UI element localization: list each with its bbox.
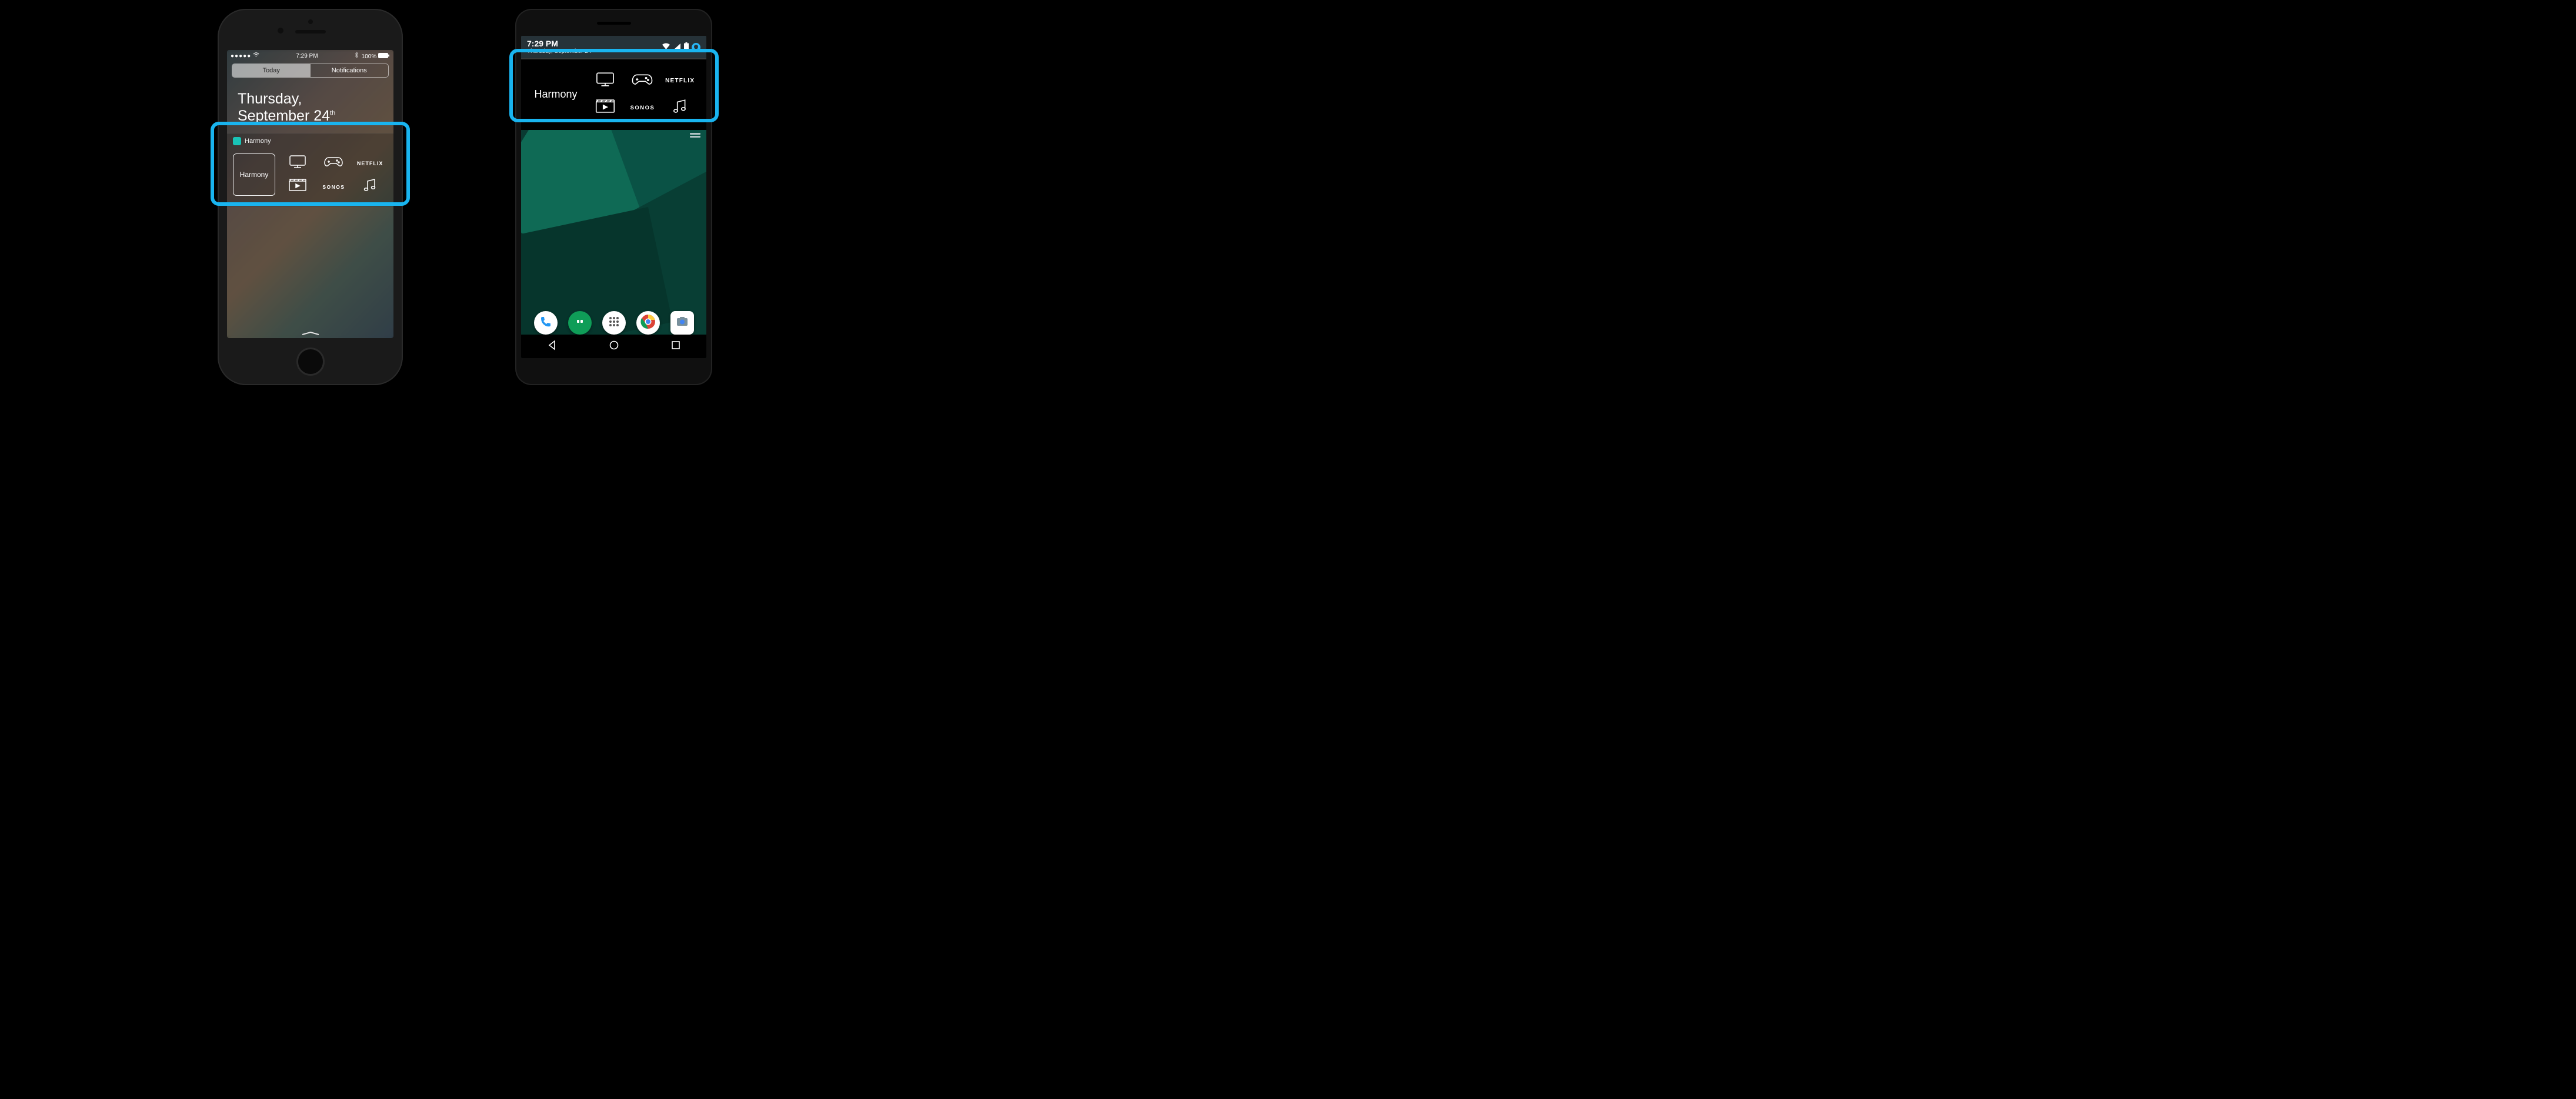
activity-watch-film[interactable] [280, 177, 315, 197]
activity-play-game[interactable] [625, 69, 661, 92]
music-note-icon [672, 98, 688, 118]
proximity-sensor [308, 19, 313, 24]
nav-home-button[interactable] [609, 340, 619, 353]
activity-sonos[interactable]: SONOS [316, 177, 352, 197]
tv-icon [289, 155, 306, 172]
today-view-grabber-icon[interactable] [301, 329, 321, 335]
status-date: Thursday, September 24 [527, 48, 591, 55]
status-right [662, 42, 700, 52]
date-line2: September 24th [238, 108, 383, 125]
harmony-widget-body: Harmony NETFLIX [227, 149, 393, 206]
tab-notifications[interactable]: Notifications [311, 64, 389, 77]
bluetooth-icon [355, 54, 361, 60]
harmony-app-icon [233, 137, 241, 145]
music-note-icon [363, 178, 377, 196]
battery-icon [378, 54, 390, 60]
android-status-bar[interactable]: 7:29 PM Thursday, September 24 [521, 36, 706, 58]
status-right: 100% [355, 52, 390, 60]
nav-recents-button[interactable] [671, 340, 680, 353]
harmony-hub-tile[interactable]: Harmony [233, 153, 275, 196]
harmony-hub-tile[interactable]: Harmony [529, 69, 582, 119]
activity-watch-tv[interactable] [280, 153, 315, 173]
profile-avatar-icon[interactable] [692, 43, 700, 52]
dock-app-hangouts[interactable] [568, 311, 592, 335]
android-dock [521, 311, 706, 335]
date-line1: Thursday, [238, 91, 383, 108]
gamepad-icon [323, 156, 343, 171]
tab-today[interactable]: Today [232, 64, 311, 77]
status-left: 7:29 PM Thursday, September 24 [527, 39, 591, 55]
today-date: Thursday, September 24th [227, 78, 393, 133]
nav-back-button[interactable] [547, 340, 558, 353]
phone-icon [539, 315, 552, 331]
activity-netflix[interactable]: NETFLIX [352, 153, 388, 173]
harmony-widget-header[interactable]: Harmony [227, 133, 393, 149]
android-screen: 7:29 PM Thursday, September 24 Harmony [521, 36, 706, 358]
tv-icon [595, 72, 615, 90]
hub-label: Harmony [534, 88, 577, 101]
iphone-home-button[interactable] [296, 348, 325, 376]
hangouts-icon [574, 316, 586, 330]
hub-label: Harmony [240, 171, 269, 179]
shade-expand-handle[interactable] [521, 130, 706, 135]
activity-grid: NETFLIX SONOS [280, 153, 388, 197]
ios-status-bar: ●●●●● 7:29 PM 100% [227, 50, 393, 60]
activity-watch-film[interactable] [587, 96, 623, 119]
gamepad-icon [631, 73, 653, 89]
status-clock: 7:29 PM [296, 53, 318, 59]
earpiece-speaker [597, 22, 631, 25]
wifi-icon [253, 53, 259, 59]
signal-dots-icon: ●●●●● [231, 53, 251, 59]
activity-play-game[interactable] [316, 153, 352, 173]
android-navigation-bar [521, 335, 706, 358]
ios-notification-center: ●●●●● 7:29 PM 100% Today Notifications [227, 50, 393, 338]
app-drawer-icon [608, 316, 620, 330]
activity-listen-music[interactable] [662, 96, 698, 119]
activity-sonos[interactable]: SONOS [625, 96, 661, 119]
chrome-icon [640, 314, 656, 332]
film-play-icon [288, 179, 307, 195]
android-device-frame: 7:29 PM Thursday, September 24 Harmony [515, 9, 712, 385]
harmony-widget-title: Harmony [245, 138, 271, 145]
status-clock: 7:29 PM [527, 39, 591, 48]
activity-grid: NETFLIX SONOS [587, 69, 698, 119]
wifi-icon [662, 43, 670, 52]
activity-listen-music[interactable] [352, 177, 388, 197]
dock-app-drawer[interactable] [602, 311, 626, 335]
dock-app-chrome[interactable] [636, 311, 660, 335]
battery-icon [684, 42, 689, 52]
battery-percent: 100% [362, 54, 377, 60]
activity-netflix[interactable]: NETFLIX [662, 69, 698, 92]
earpiece-speaker [295, 30, 326, 34]
front-camera [278, 28, 283, 34]
film-play-icon [595, 99, 616, 116]
today-notifications-segmented-control[interactable]: Today Notifications [232, 64, 389, 78]
harmony-widget-body: Harmony NETFLIX [521, 59, 706, 130]
android-notification-shade: Harmony NETFLIX [521, 58, 706, 130]
status-left: ●●●●● [231, 52, 259, 59]
activity-watch-tv[interactable] [587, 69, 623, 92]
camera-icon [675, 315, 689, 332]
iphone-device-frame: ●●●●● 7:29 PM 100% Today Notifications [218, 9, 403, 385]
signal-icon [673, 43, 681, 52]
dock-app-camera[interactable] [670, 311, 694, 335]
dock-app-phone[interactable] [534, 311, 558, 335]
drag-handle-icon [690, 133, 700, 135]
